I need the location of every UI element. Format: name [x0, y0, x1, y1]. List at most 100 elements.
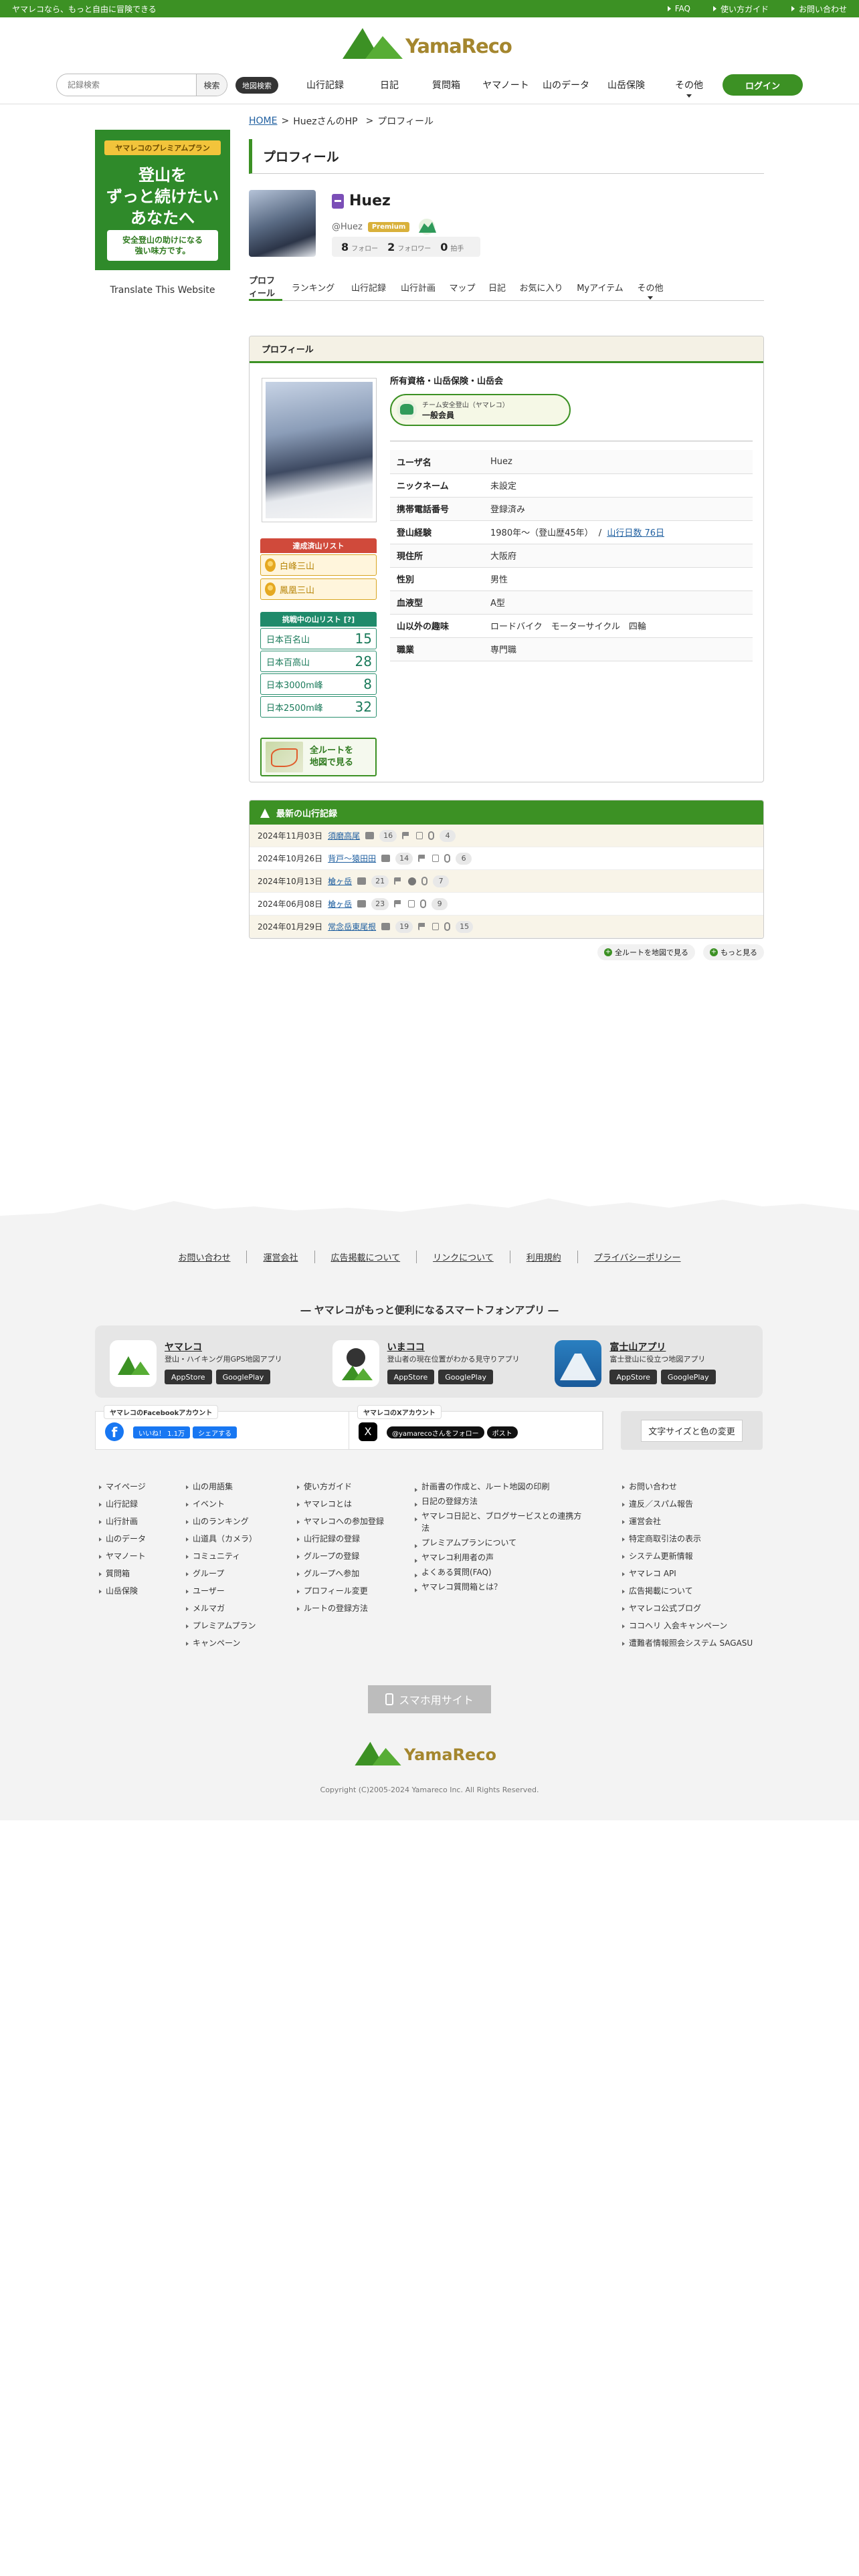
nav-questions[interactable]: 質問箱 [416, 70, 476, 100]
challenge-item[interactable]: 日本2500m峰 32 [260, 696, 377, 718]
all-routes-map-button[interactable]: 全ルートを 地図で見る [260, 738, 377, 776]
footer-menu-link[interactable]: ヤマノート [99, 1547, 146, 1565]
challenge-list-title[interactable]: 挑戦中の山リスト [?] [260, 612, 377, 627]
x-follow-button[interactable]: @yamarecoさんをフォロー [387, 1426, 484, 1438]
imacoco-app-icon[interactable] [332, 1340, 379, 1387]
footer-menu-link[interactable]: お問い合わせ [622, 1478, 776, 1495]
googleplay-button[interactable]: GooglePlay [660, 1370, 716, 1384]
tab-diary[interactable]: 日記 [482, 273, 512, 301]
footer-menu-link[interactable]: 山のデータ [99, 1530, 146, 1547]
tab-profile[interactable]: プロフィール [249, 273, 282, 301]
footer-menu-link[interactable]: 山道具（カメラ） [186, 1530, 257, 1547]
footer-menu-link[interactable]: ヤマレコ日記と、ブログサービスとの連携方法 [415, 1510, 582, 1534]
membership-badge[interactable]: チーム安全登山（ヤマレコ） 一般会員 [390, 394, 571, 426]
tab-favorites[interactable]: お気に入り [512, 273, 570, 301]
footer-company-link[interactable]: 運営会社 [263, 1253, 298, 1263]
footer-terms-link[interactable]: 利用規約 [527, 1253, 561, 1263]
nav-mountain-data[interactable]: 山のデータ [535, 70, 597, 100]
footer-menu-link[interactable]: ヤマレコ公式ブログ [622, 1600, 776, 1617]
translate-link[interactable]: Translate This Website [95, 285, 230, 296]
avatar[interactable] [249, 190, 316, 257]
footer-menu-link[interactable]: ヤマレコ API [622, 1565, 776, 1582]
map-search-button[interactable]: 地図検索 [235, 77, 278, 94]
nav-yamanote[interactable]: ヤマノート [476, 70, 535, 100]
appstore-button[interactable]: AppStore [609, 1370, 657, 1384]
footer-menu-link[interactable]: 山のランキング [186, 1513, 257, 1530]
record-row[interactable]: 2024年10月13日 槍ヶ岳 21 7 [250, 870, 763, 893]
footer-menu-link[interactable]: ユーザー [186, 1582, 257, 1600]
record-mountain-link[interactable]: 槍ヶ岳 [328, 875, 352, 887]
facebook-icon[interactable]: f [105, 1422, 124, 1441]
footer-menu-link[interactable]: 特定商取引法の表示 [622, 1530, 776, 1547]
breadcrumb-hp[interactable]: HuezさんのHP [293, 114, 357, 128]
footer-linking-link[interactable]: リンクについて [433, 1253, 494, 1263]
footer-menu-link[interactable]: ヤマレコ利用者の声 [415, 1551, 582, 1564]
tab-my-items[interactable]: Myアイテム [570, 273, 630, 301]
site-logo[interactable]: YamaReco [343, 24, 512, 59]
footer-menu-link[interactable]: メルマガ [186, 1600, 257, 1617]
record-row[interactable]: 2024年11月03日 須磨高尾 16 4 [250, 825, 763, 847]
follower-count[interactable]: 2 フォロワー [387, 241, 431, 253]
font-size-button[interactable]: 文字サイズと色の変更 [641, 1419, 743, 1442]
footer-menu-link[interactable]: プレミアムプランについて [415, 1537, 582, 1549]
footer-menu-link[interactable]: グループの登録 [297, 1547, 384, 1565]
googleplay-button[interactable]: GooglePlay [438, 1370, 493, 1384]
record-mountain-link[interactable]: 背戸〜猿田田 [328, 853, 376, 864]
footer-menu-link[interactable]: ルートの登録方法 [297, 1600, 384, 1617]
follow-count[interactable]: 8 フォロー [341, 241, 378, 253]
challenge-item[interactable]: 日本百高山 28 [260, 651, 377, 672]
footer-menu-link[interactable]: 質問箱 [99, 1565, 146, 1582]
fan-count[interactable]: 0 拍手 [440, 241, 464, 253]
tab-ranking[interactable]: ランキング [282, 273, 344, 301]
login-button[interactable]: ログイン [723, 74, 803, 96]
search-button[interactable]: 検索 [196, 74, 227, 96]
footer-menu-link[interactable]: 計画書の作成と、ルート地図の印刷 [415, 1481, 582, 1493]
guide-heading[interactable]: 使い方ガイド [297, 1478, 384, 1495]
appstore-button[interactable]: AppStore [165, 1370, 212, 1384]
fb-like-button[interactable]: いいね！ 1.1万 [133, 1426, 191, 1438]
footer-menu-link[interactable]: 山行記録の登録 [297, 1530, 384, 1547]
nav-diary[interactable]: 日記 [363, 70, 416, 100]
footer-menu-link[interactable]: 山行計画 [99, 1513, 146, 1530]
appstore-button[interactable]: AppStore [387, 1370, 435, 1384]
record-mountain-link[interactable]: 須磨高尾 [328, 830, 360, 841]
footer-menu-link[interactable]: グループへ参加 [297, 1565, 384, 1582]
footer-ads-link[interactable]: 広告掲載について [331, 1253, 401, 1263]
footer-menu-link[interactable]: プレミアムプラン [186, 1617, 257, 1634]
fb-share-button[interactable]: シェアする [193, 1426, 237, 1438]
footer-logo[interactable]: YamaReco [355, 1739, 496, 1765]
footer-menu-link[interactable]: 山岳保険 [99, 1582, 146, 1600]
smartphone-site-button[interactable]: スマホ用サイト [368, 1685, 491, 1713]
guide-link[interactable]: 使い方ガイド [712, 3, 769, 15]
footer-menu-link[interactable]: システム更新情報 [622, 1547, 776, 1565]
footer-contact-link[interactable]: お問い合わせ [178, 1253, 230, 1263]
fuji-app-icon[interactable] [555, 1340, 602, 1387]
search-input[interactable] [57, 74, 196, 96]
profile-photo[interactable] [262, 378, 377, 522]
footer-menu-link[interactable]: 運営会社 [622, 1513, 776, 1530]
tab-map[interactable]: マップ [443, 273, 482, 301]
footer-menu-link[interactable]: ココヘリ 入会キャンペーン [622, 1617, 776, 1634]
footer-menu-link[interactable]: キャンペーン [186, 1634, 257, 1652]
record-mountain-link[interactable]: 常念岳東尾根 [328, 921, 376, 932]
tab-records[interactable]: 山行記録 [344, 273, 393, 301]
challenge-item[interactable]: 日本3000m峰 8 [260, 673, 377, 695]
record-row[interactable]: 2024年06月08日 槍ヶ岳 23 9 [250, 893, 763, 916]
footer-menu-link[interactable]: 山の用語集 [186, 1478, 257, 1495]
faq-link[interactable]: FAQ [667, 3, 690, 15]
more-records-link[interactable]: + もっと見る [703, 944, 764, 960]
footer-menu-link[interactable]: ヤマレコへの参加登録 [297, 1513, 384, 1530]
footer-menu-link[interactable]: 遭難者情報照会システム SAGASU [622, 1634, 776, 1652]
challenge-item[interactable]: 日本百名山 15 [260, 628, 377, 649]
footer-menu-link[interactable]: ヤマレコとは [297, 1495, 384, 1513]
summit-item[interactable]: 鳳凰三山 [260, 578, 377, 600]
footer-menu-link[interactable]: 山行記録 [99, 1495, 146, 1513]
premium-promo-banner[interactable]: ヤマレコのプレミアムプラン 登山を ずっと続けたい あなたへ 安全登山の助けにな… [95, 130, 230, 270]
x-post-button[interactable]: ポスト [486, 1426, 518, 1438]
footer-menu-link[interactable]: プロフィール変更 [297, 1582, 384, 1600]
summit-item[interactable]: 白峰三山 [260, 554, 377, 576]
yamareco-app-icon[interactable] [110, 1340, 157, 1387]
hiking-days-link[interactable]: 山行日数 76日 [607, 528, 664, 538]
record-mountain-link[interactable]: 槍ヶ岳 [328, 898, 352, 909]
nav-records[interactable]: 山行記録 [288, 70, 363, 100]
